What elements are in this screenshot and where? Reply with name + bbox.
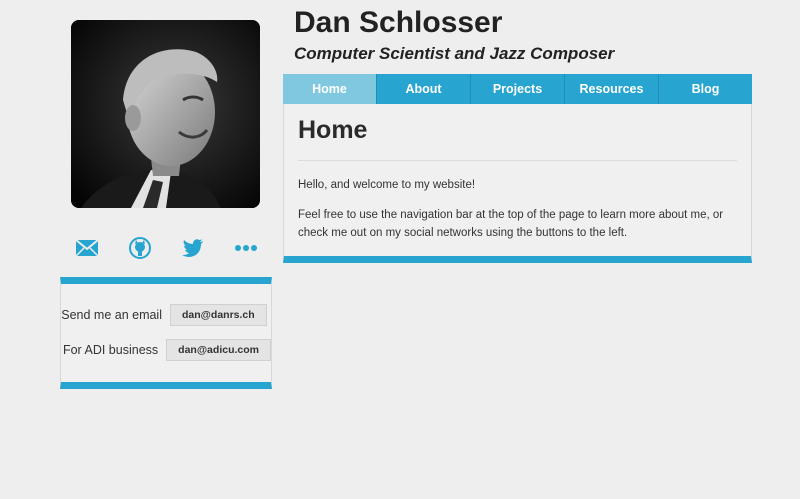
adi-email-button[interactable]: dan@adicu.com	[166, 339, 271, 361]
tab-about[interactable]: About	[377, 74, 471, 104]
nav-bar: Home About Projects Resources Blog	[283, 74, 752, 104]
contact-label: For ADI business	[62, 343, 159, 357]
tab-blog[interactable]: Blog	[659, 74, 752, 104]
github-icon[interactable]	[126, 234, 154, 262]
contact-panel: Send me an email dan@danrs.ch For ADI bu…	[60, 277, 272, 389]
email-address-button[interactable]: dan@danrs.ch	[170, 304, 267, 326]
contact-row-email: Send me an email dan@danrs.ch	[61, 304, 271, 326]
profile-photo	[71, 20, 260, 208]
main-content: Home Hello, and welcome to my website! F…	[283, 104, 752, 263]
site-title: Dan Schlosser	[294, 6, 503, 39]
tab-projects[interactable]: Projects	[471, 74, 565, 104]
page-title: Home	[298, 116, 368, 144]
tab-home[interactable]: Home	[283, 74, 377, 104]
email-icon[interactable]	[73, 234, 101, 262]
contact-row-adi: For ADI business dan@adicu.com	[61, 339, 271, 361]
contact-label: Send me an email	[61, 308, 162, 322]
tab-resources[interactable]: Resources	[565, 74, 659, 104]
more-icon[interactable]	[232, 234, 260, 262]
profile-photo-image	[71, 20, 260, 208]
social-links	[60, 232, 272, 264]
divider	[298, 160, 737, 161]
welcome-paragraph: Hello, and welcome to my website!	[298, 179, 476, 191]
intro-paragraph: Feel free to use the navigation bar at t…	[298, 209, 724, 239]
twitter-icon[interactable]	[179, 234, 207, 262]
site-tagline: Computer Scientist and Jazz Composer	[294, 44, 615, 63]
